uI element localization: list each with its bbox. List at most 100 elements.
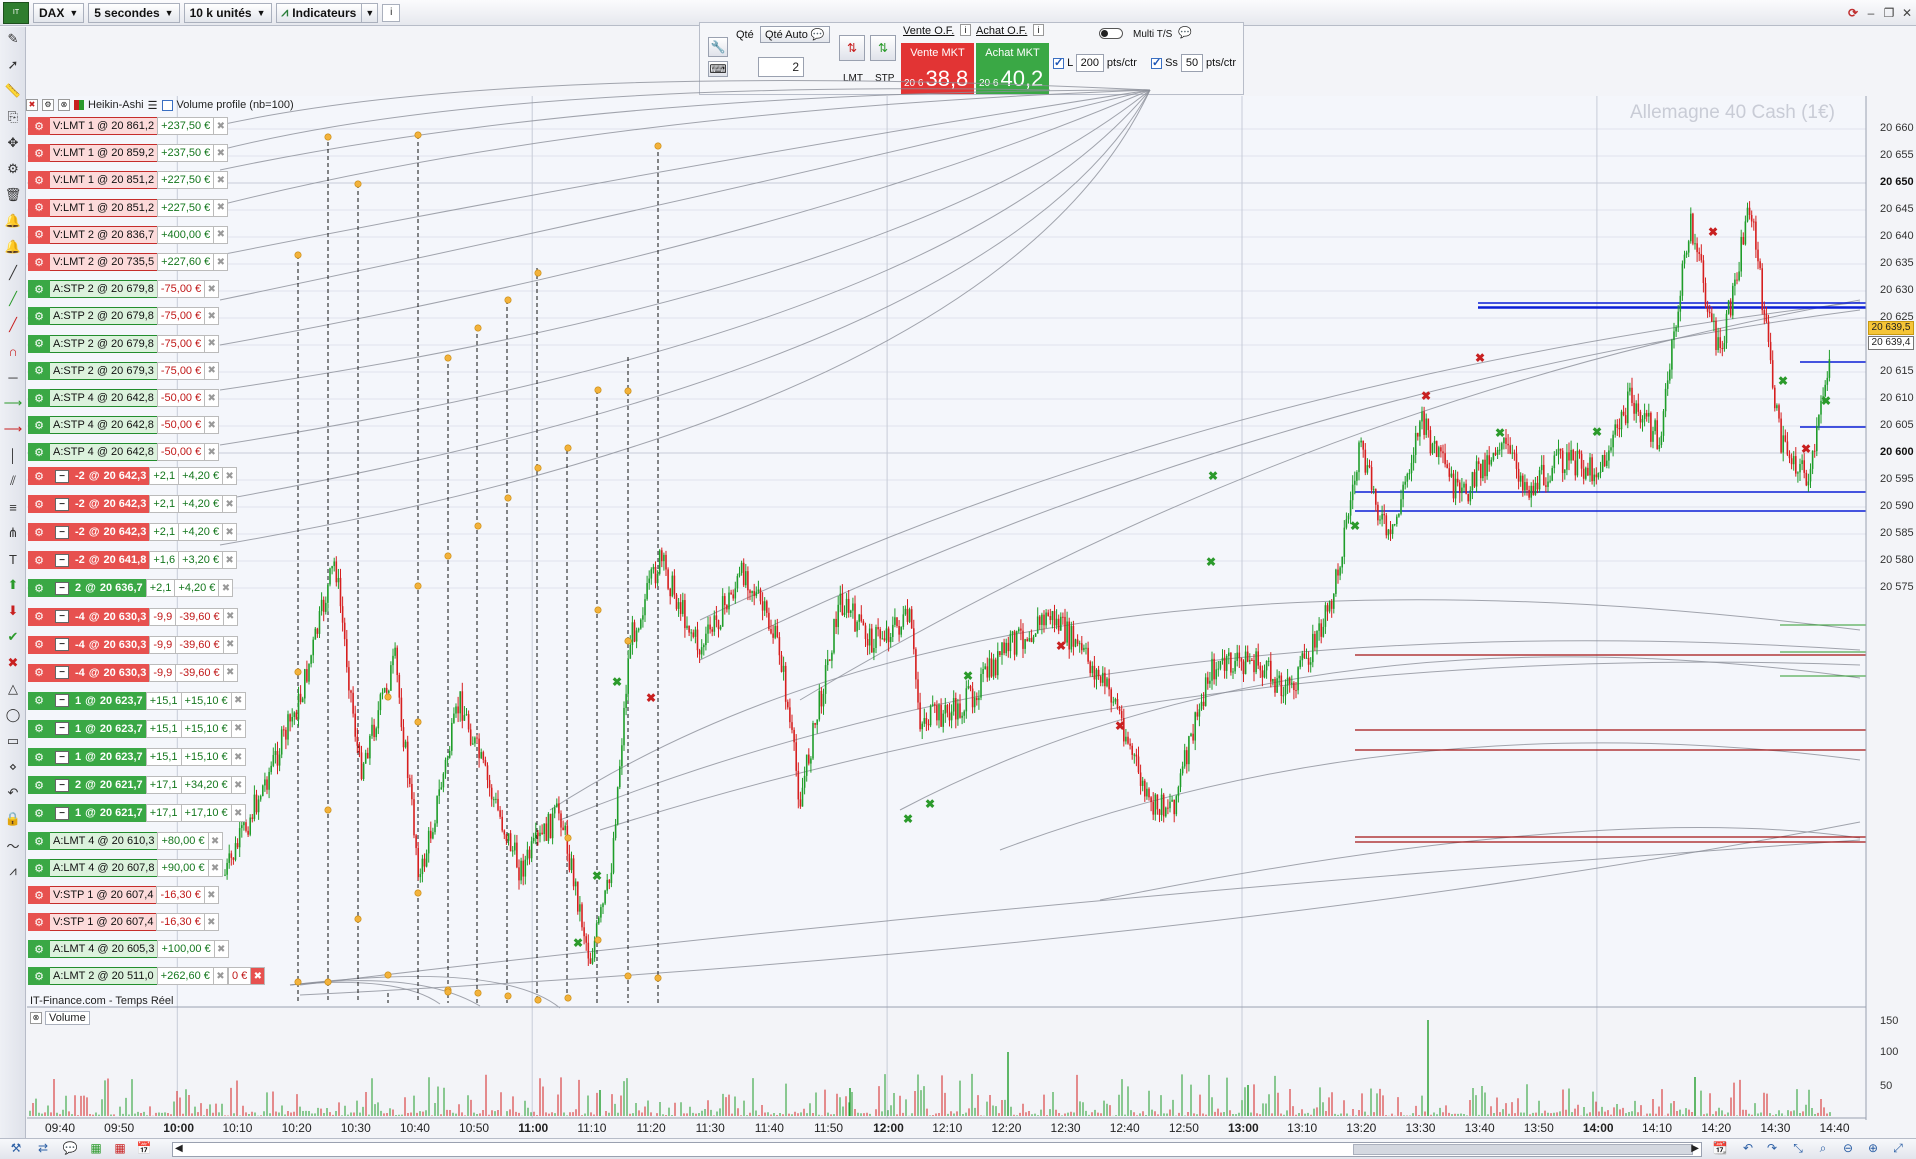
position-tag[interactable]: ⚙ −1 @20 623,7 +15,1 +15,10 € ✖ xyxy=(28,691,246,710)
arrow-down-icon[interactable]: ⬇ xyxy=(2,601,24,621)
close-icon[interactable]: ✖ xyxy=(214,225,229,244)
stop-checkbox[interactable] xyxy=(1151,56,1162,69)
sell-of-link[interactable]: Vente O.F. xyxy=(903,25,954,37)
price-chart[interactable]: ✖ ✖ ✖ ✖ ✖ ✖ ✖ ✖ ✖ ✖ ✖ ✖ ✖ ✖ ✖ ✖ ✖ ✖ ✖ ✖ xyxy=(0,0,1916,1159)
gear-icon[interactable]: ⚙ xyxy=(28,467,50,485)
minus-icon[interactable]: − xyxy=(55,610,69,623)
order-tag[interactable]: ⚙ A:STP 4 @ 20 642,8 -50,00 € ✖ xyxy=(28,389,220,407)
gear-icon[interactable]: ⚙ xyxy=(28,307,50,326)
zigzag-icon[interactable]: ⩘ xyxy=(2,861,24,881)
scroll-left-icon[interactable]: ◀ xyxy=(175,1143,183,1154)
gear-icon[interactable]: ⚙ xyxy=(28,280,50,299)
minus-icon[interactable]: − xyxy=(55,497,69,511)
close-icon[interactable]: ✖ xyxy=(204,886,219,904)
close-icon[interactable]: ✖ xyxy=(214,144,229,163)
lmt-order-icon[interactable]: ⇅ xyxy=(839,35,865,61)
sell-market-button[interactable]: Vente MKT 20 638,8 xyxy=(901,43,974,94)
gear-icon[interactable]: ⚙ xyxy=(28,832,50,850)
arrow-up-icon[interactable]: ⬆ xyxy=(2,575,24,595)
close-icon[interactable]: ✖ xyxy=(214,253,229,271)
close-icon[interactable]: ✖ xyxy=(205,280,220,299)
close-icon[interactable]: ✖ xyxy=(205,416,220,435)
gear-icon[interactable]: ⚙ xyxy=(28,361,50,380)
gear-icon[interactable]: ⚙ xyxy=(28,719,50,738)
zero-pnl-tag[interactable]: 0 € ✖ xyxy=(228,967,266,985)
gear-icon[interactable]: ⚙ xyxy=(28,416,50,435)
fibonacci-icon[interactable]: ≡ xyxy=(2,497,24,517)
line-red-icon[interactable]: ╱ xyxy=(2,315,24,335)
ray-icon[interactable]: ⟶ xyxy=(2,393,24,413)
gear-icon[interactable]: ⚙ xyxy=(28,144,50,163)
calendar-icon[interactable]: 📆 xyxy=(1712,1141,1728,1157)
position-tag[interactable]: ⚙ − -4 @20 630,3 -9,9 -39,60 € ✖ xyxy=(28,635,238,654)
refresh-icon[interactable]: ⟳ xyxy=(1844,6,1862,20)
alert-icon[interactable]: 🔔 xyxy=(2,237,24,257)
close-icon[interactable]: ✖ xyxy=(223,607,238,626)
close-icon[interactable]: ✖ xyxy=(223,551,238,570)
restore-icon[interactable]: ❐ xyxy=(1880,6,1898,20)
gear-icon[interactable]: ⚙ xyxy=(28,551,50,570)
volume-unit-select[interactable]: 10 k unités ▼ xyxy=(183,2,272,23)
close-icon[interactable]: ✖ xyxy=(231,776,246,795)
shapes-icon[interactable]: ⋄ xyxy=(2,757,24,777)
wave-icon[interactable]: 〜 xyxy=(2,835,24,855)
close-icon[interactable]: ✖ xyxy=(204,913,219,931)
limit-checkbox[interactable] xyxy=(1053,56,1064,69)
info-icon[interactable]: i xyxy=(960,24,971,36)
position-tag[interactable]: ⚙ − -2 @20 642,3 +2,1 +4,20 € ✖ xyxy=(28,495,238,514)
close-icon[interactable]: ✖ xyxy=(205,361,220,380)
pencil-icon[interactable]: ✎ xyxy=(2,29,24,49)
ray-red-icon[interactable]: ⟶ xyxy=(2,419,24,439)
pitchfork-icon[interactable]: ⋔ xyxy=(2,523,24,543)
close-circle-icon[interactable]: ⊗ xyxy=(30,1012,42,1024)
minus-icon[interactable]: − xyxy=(55,722,69,736)
zoom-fit-icon[interactable]: ⌕ xyxy=(1815,1141,1831,1157)
gear-icon[interactable]: ⚙ xyxy=(28,579,50,598)
order-tag[interactable]: ⚙ V:LMT 1 @ 20 861,2 +237,50 € ✖ xyxy=(28,117,229,135)
undo-draw-icon[interactable]: ↶ xyxy=(2,783,24,803)
info-icon[interactable]: i xyxy=(382,3,401,22)
minus-icon[interactable]: − xyxy=(55,638,69,652)
gear-icon[interactable]: ⚙ xyxy=(28,607,50,626)
order-tag[interactable]: ⚙ V:LMT 2 @ 20 836,7 +400,00 € ✖ xyxy=(28,225,229,244)
close-icon[interactable]: ✖ xyxy=(231,719,246,738)
cross-icon[interactable]: ✖ xyxy=(2,653,24,673)
close-icon[interactable]: ✖ xyxy=(26,99,38,111)
close-icon[interactable]: ✖ xyxy=(223,663,238,682)
rectangle-icon[interactable]: ▭ xyxy=(2,731,24,751)
gear-icon[interactable]: ⚙ xyxy=(28,886,50,904)
close-icon[interactable]: ✖ xyxy=(223,523,238,542)
lock-icon[interactable]: 🔒 xyxy=(2,809,24,829)
order-tag[interactable]: ⚙ A:STP 4 @ 20 642,8 -50,00 € ✖ xyxy=(28,416,220,435)
triangle-icon[interactable]: △ xyxy=(2,679,24,699)
minus-icon[interactable]: − xyxy=(55,469,69,483)
gear-icon[interactable]: ⚙ xyxy=(28,171,50,190)
time-scrollbar[interactable]: ◀ ▶ xyxy=(172,1142,1702,1157)
close-icon[interactable]: ✖ xyxy=(214,198,229,217)
ruler-icon[interactable]: 📏 xyxy=(2,81,24,101)
stop-points-input[interactable]: 50 xyxy=(1180,54,1203,72)
order-tag[interactable]: ⚙ A:LMT 4 @ 20 610,3 +80,00 € ✖ xyxy=(28,832,223,850)
position-tag[interactable]: ⚙ −2 @20 621,7 +17,1 +34,20 € ✖ xyxy=(28,776,246,795)
multi-ts-toggle[interactable] xyxy=(1099,28,1123,39)
gear-icon[interactable]: ⚙ xyxy=(28,495,50,514)
zoom-in-icon[interactable]: ⊕ xyxy=(1865,1141,1881,1157)
volume-profile-checkbox[interactable] xyxy=(161,99,173,111)
close-icon[interactable]: ✕ xyxy=(1898,6,1916,20)
close-icon[interactable]: ✖ xyxy=(205,389,220,407)
gear-icon[interactable]: ⚙ xyxy=(28,253,50,271)
order-tag[interactable]: ⚙ V:LMT 1 @ 20 851,2 +227,50 € ✖ xyxy=(28,171,229,190)
position-tag[interactable]: ⚙ −2 @20 636,7 +2,1 +4,20 € ✖ xyxy=(28,579,234,598)
trendline-icon[interactable]: ╱ xyxy=(2,263,24,283)
gear-icon[interactable]: ⚙ xyxy=(28,117,50,135)
gear-icon[interactable]: ⚙ xyxy=(28,663,50,682)
gear-icon[interactable]: ⚙ xyxy=(28,776,50,795)
close-icon[interactable]: ✖ xyxy=(214,117,229,135)
channel-icon[interactable]: ⫽ xyxy=(2,471,24,491)
gear-icon[interactable]: ⚙ xyxy=(28,225,50,244)
close-icon[interactable]: ✖ xyxy=(205,334,220,353)
gear-icon[interactable]: ⚙ xyxy=(28,913,50,931)
close-icon[interactable]: ✖ xyxy=(219,579,234,598)
gear-icon[interactable]: ⚙ xyxy=(28,967,50,985)
minus-icon[interactable]: − xyxy=(55,778,69,792)
